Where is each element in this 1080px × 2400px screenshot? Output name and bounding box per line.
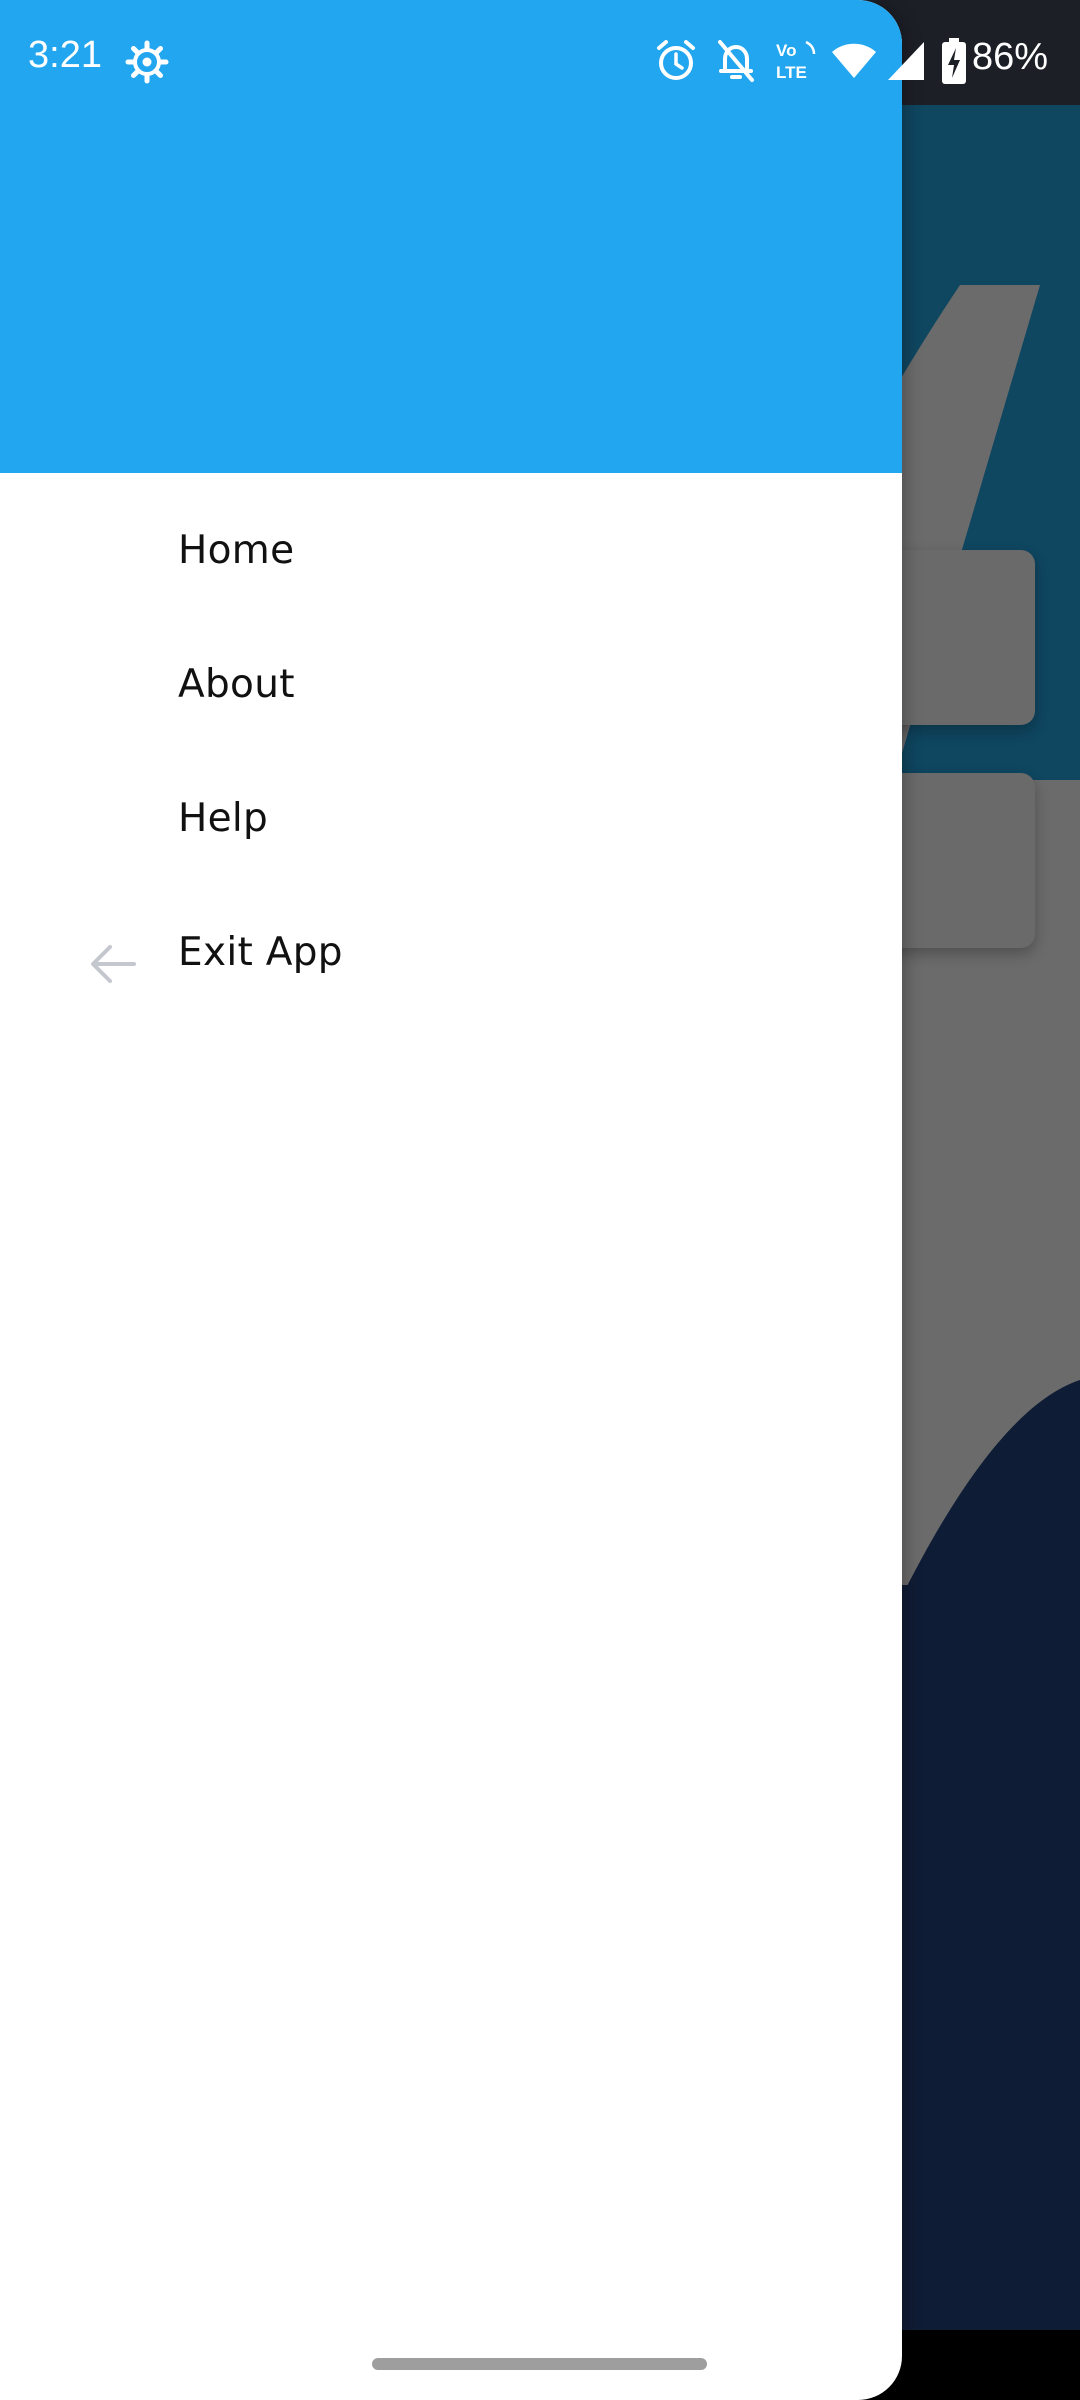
svg-text:Vo: Vo xyxy=(776,41,796,60)
menu-item-exit-app[interactable]: Exit App xyxy=(0,902,902,1012)
gear-icon xyxy=(125,40,169,84)
menu-item-help[interactable]: Help xyxy=(0,768,902,878)
notifications-off-icon xyxy=(718,40,754,82)
wifi-icon xyxy=(832,43,876,78)
arrow-left-icon xyxy=(91,945,136,983)
battery-percentage: 86% xyxy=(972,36,1049,78)
volte-icon: Vo LTE xyxy=(776,40,816,82)
battery-charging-icon xyxy=(942,38,966,84)
navigation-drawer: Home About Help Exit App xyxy=(0,0,902,2400)
signal-icon xyxy=(888,42,924,80)
menu-item-label: Help xyxy=(178,796,269,841)
menu-item-label: Exit App xyxy=(178,930,343,975)
menu-item-about[interactable]: About xyxy=(0,634,902,744)
alarm-icon xyxy=(657,40,695,80)
svg-text:LTE: LTE xyxy=(776,63,807,82)
home-indicator[interactable] xyxy=(372,2358,707,2370)
status-bar: 3:21 Vo LTE 86% xyxy=(0,0,1080,125)
menu-item-label: About xyxy=(178,662,295,707)
menu-item-home[interactable]: Home xyxy=(0,500,902,610)
status-time: 3:21 xyxy=(28,34,102,76)
menu-item-label: Home xyxy=(178,528,295,573)
